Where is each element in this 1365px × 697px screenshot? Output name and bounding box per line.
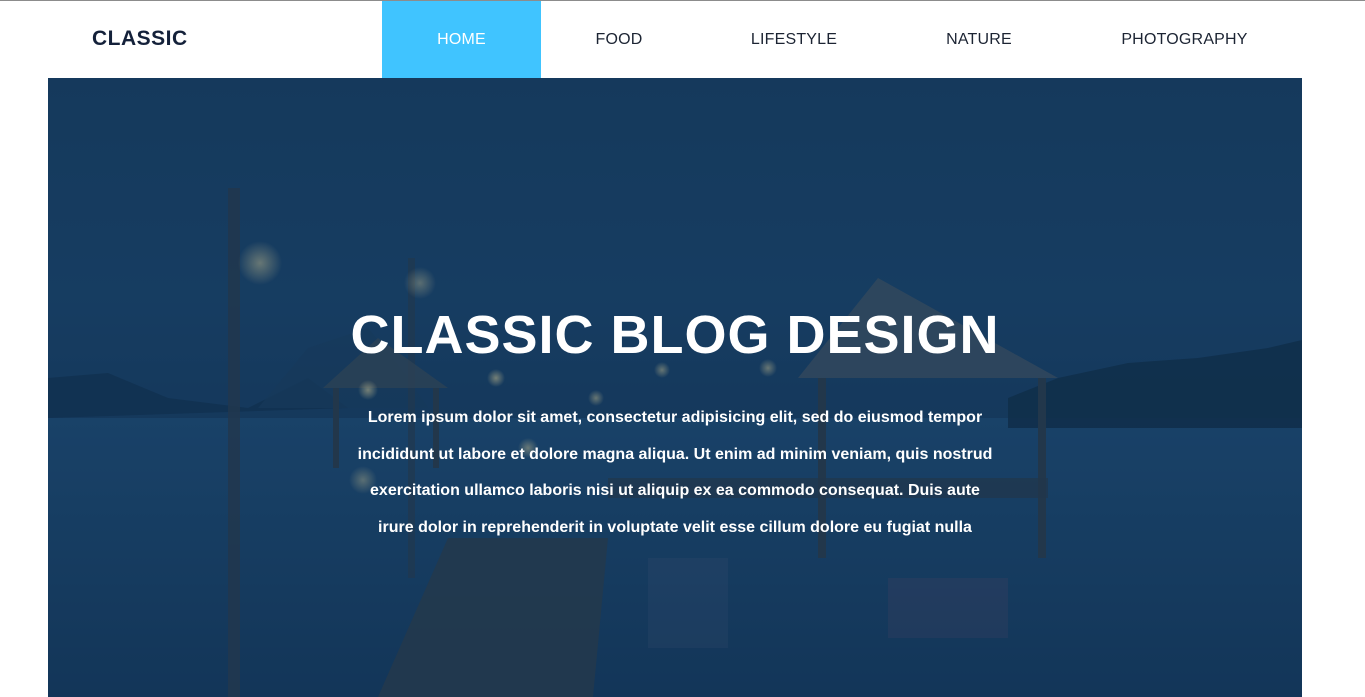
nav-item-lifestyle[interactable]: LIFESTYLE: [734, 1, 854, 78]
nav-item-home[interactable]: HOME: [382, 1, 541, 78]
nav-item-photography[interactable]: PHOTOGRAPHY: [1102, 1, 1267, 78]
nav-item-food[interactable]: FOOD: [560, 1, 678, 78]
hero-banner: CLASSIC BLOG DESIGN Lorem ipsum dolor si…: [48, 78, 1302, 697]
nav-item-nature[interactable]: NATURE: [920, 1, 1038, 78]
hero-description: Lorem ipsum dolor sit amet, consectetur …: [357, 409, 993, 536]
hero-overlay: [48, 78, 1302, 697]
site-header: CLASSIC HOME FOOD LIFESTYLE NATURE PHOTO…: [0, 1, 1365, 78]
hero-title: CLASSIC BLOG DESIGN: [350, 305, 1000, 365]
site-logo[interactable]: CLASSIC: [92, 27, 188, 51]
